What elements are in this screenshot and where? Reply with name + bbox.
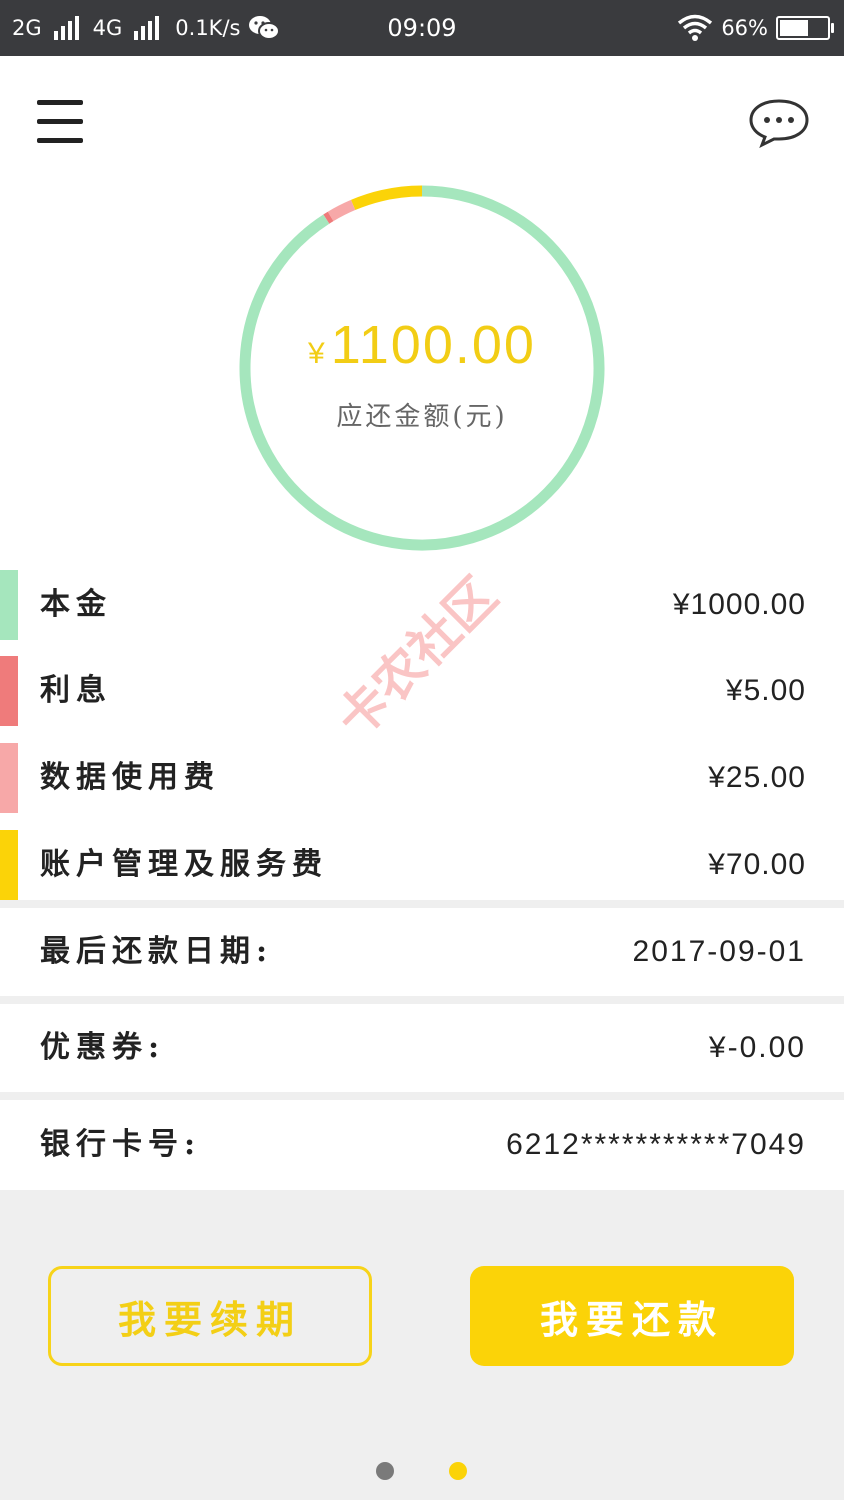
repay-button[interactable]: 我要还款: [470, 1266, 794, 1366]
fee-value: ¥1000.00: [672, 588, 806, 621]
page-indicator: [0, 1462, 844, 1482]
fee-value: ¥5.00: [725, 674, 806, 707]
fee-label: 账户管理及服务费: [40, 847, 328, 882]
total-amount-label: 应还金额(元): [336, 402, 508, 432]
status-bar: 2G 4G 0.1K/s 09:09 66%: [0, 0, 844, 56]
ring-segment-3: [350, 185, 423, 211]
fee-color-bar: [0, 830, 18, 900]
bank-card-row[interactable]: 银行卡号: 6212***********7049: [0, 1100, 844, 1190]
bank-card-number: 6212***********7049: [506, 1128, 806, 1161]
currency-symbol: ¥: [308, 337, 325, 370]
renew-button[interactable]: 我要续期: [48, 1266, 372, 1366]
due-date-row: 最后还款日期: 2017-09-01: [0, 908, 844, 996]
battery-level: [780, 20, 808, 36]
fee-value: ¥25.00: [708, 761, 806, 794]
fee-row-data-fee: 数据使用费 ¥25.00: [0, 743, 844, 813]
coupon-value: ¥-0.00: [708, 1031, 806, 1064]
wifi-icon: [678, 14, 713, 41]
due-date-label: 最后还款日期:: [40, 934, 274, 969]
fee-label: 本金: [40, 587, 112, 622]
fee-label: 利息: [40, 673, 112, 708]
ring-segment-1: [323, 211, 334, 224]
hamburger-menu-icon[interactable]: [37, 100, 85, 144]
page-dot[interactable]: [376, 1462, 394, 1480]
fee-color-bar: [0, 570, 18, 640]
fee-row-service-fee: 账户管理及服务费 ¥70.00: [0, 830, 844, 900]
fee-row-principal: 本金 ¥1000.00: [0, 570, 844, 640]
total-amount: ¥1100.00: [0, 314, 844, 376]
chat-bubble-icon[interactable]: [748, 98, 810, 148]
fee-color-bar: [0, 743, 18, 813]
page-dot[interactable]: [449, 1462, 467, 1480]
status-right: 66%: [677, 0, 834, 56]
total-amount-value: 1100.00: [330, 315, 536, 375]
fee-row-interest: 利息 ¥5.00: [0, 656, 844, 726]
coupon-label: 优惠券:: [40, 1030, 166, 1065]
fee-value: ¥70.00: [708, 848, 806, 881]
battery-icon: [776, 16, 834, 40]
fee-color-bar: [0, 656, 18, 726]
coupon-row[interactable]: 优惠券: ¥-0.00: [0, 1004, 844, 1092]
bank-card-label: 银行卡号:: [40, 1127, 202, 1162]
due-date-value: 2017-09-01: [632, 935, 806, 968]
battery-percent: 66%: [721, 16, 768, 40]
fee-label: 数据使用费: [40, 760, 220, 795]
ring-segment-2: [327, 199, 356, 222]
